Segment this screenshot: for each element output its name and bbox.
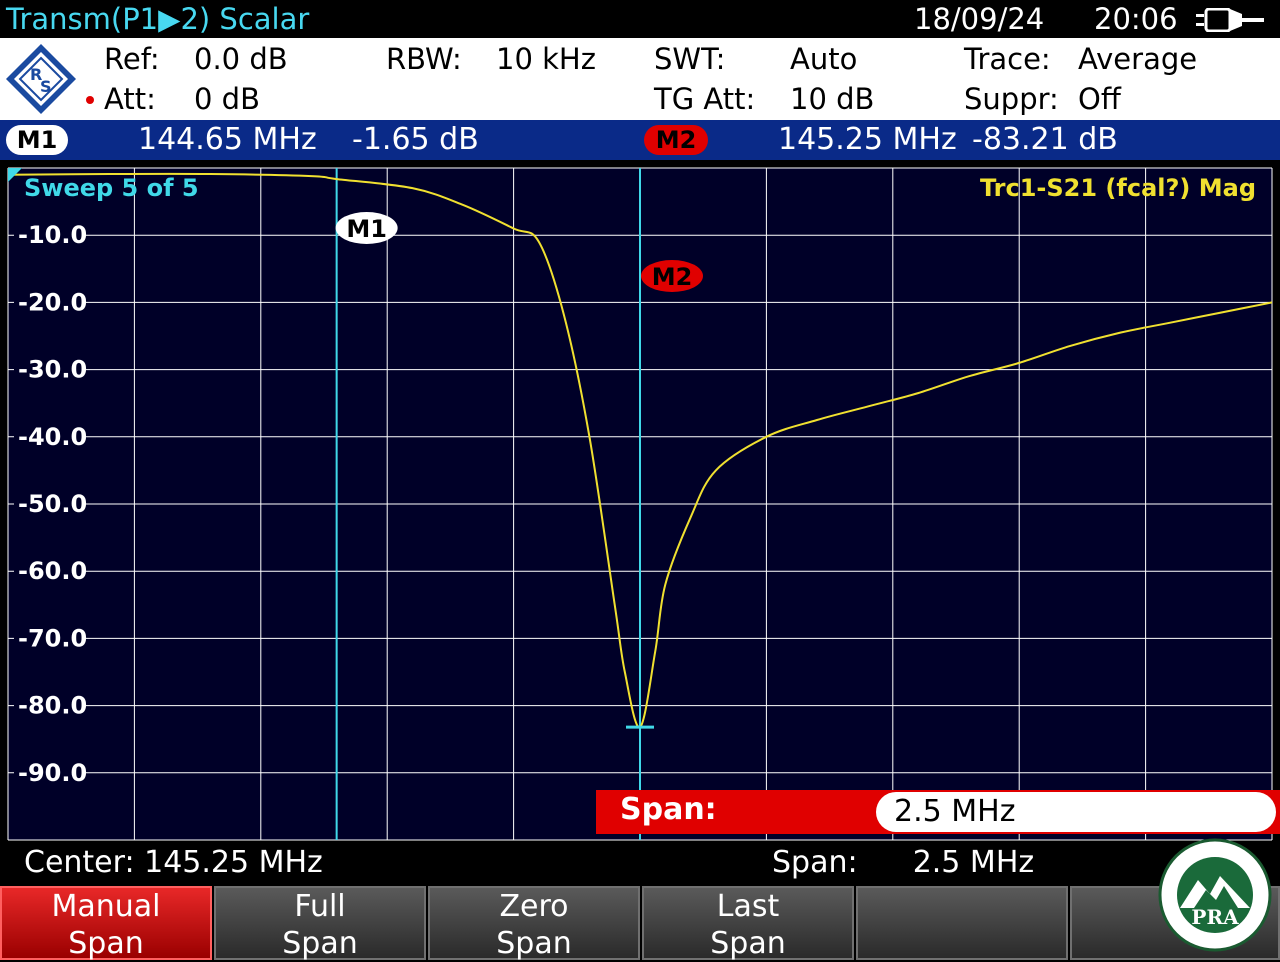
span-info: Span: 2.5 MHz (772, 845, 1034, 880)
svg-text:S: S (40, 77, 52, 96)
suppr-label: Suppr: (964, 82, 1059, 116)
att-label: Att: (104, 82, 156, 116)
marker-1-frequency: 144.65 MHz (138, 122, 317, 157)
rbw-value[interactable]: 10 kHz (496, 42, 596, 76)
mode-title: Transm(P1▶2) Scalar (6, 2, 310, 36)
marker-1-badge[interactable]: M1 (6, 125, 68, 155)
last-span-button[interactable]: Last Span (642, 886, 854, 961)
center-value: 145.25 MHz (144, 845, 323, 880)
battery-plug-icon (1196, 8, 1264, 32)
y-tick-label: -80.0 (18, 692, 87, 720)
marker-tag-label-m2: M2 (652, 263, 693, 291)
y-tick-label: -70.0 (18, 624, 87, 652)
trace-info: Trc1-S21 (fcal?) Mag (980, 174, 1256, 202)
ref-label: Ref: (104, 42, 160, 76)
tg-att-value[interactable]: 10 dB (790, 82, 874, 116)
marker-tag-label-m1: M1 (346, 215, 387, 243)
ref-value[interactable]: 0.0 dB (194, 42, 288, 76)
span-editor: Span: 2.5 MHz (596, 790, 1280, 834)
y-tick-label: -40.0 (18, 423, 87, 451)
swt-label: SWT: (654, 42, 726, 76)
full-span-button[interactable]: Full Span (214, 886, 426, 961)
time-display: 20:06 (1094, 2, 1178, 36)
pra-logo-text: PRA (1191, 905, 1239, 929)
y-tick-label: -50.0 (18, 490, 87, 518)
suppr-value[interactable]: Off (1078, 82, 1121, 116)
manual-span-button[interactable]: Manual Span (0, 886, 212, 961)
marker-readout-bar: M1 144.65 MHz -1.65 dB M2 145.25 MHz -83… (0, 120, 1280, 160)
span-input[interactable]: 2.5 MHz (876, 792, 1276, 832)
zero-span-button[interactable]: Zero Span (428, 886, 640, 961)
att-indicator-dot (86, 96, 94, 104)
y-tick-label: -20.0 (18, 288, 87, 316)
marker-1-level: -1.65 dB (352, 122, 479, 157)
att-value[interactable]: 0 dB (194, 82, 260, 116)
span-editor-label: Span: (620, 792, 717, 827)
y-tick-label: -60.0 (18, 557, 87, 585)
parameter-panel: R S Ref: 0.0 dB Att: 0 dB RBW: 10 kHz SW… (0, 38, 1280, 120)
trace-plot[interactable]: -10.0 -20.0 -30.0 -40.0 -50.0 -60.0 -70.0 -80.0… (0, 160, 1280, 850)
y-tick-label: -10.0 (18, 221, 87, 249)
span-label: Span: (772, 845, 858, 880)
title-bar: Transm(P1▶2) Scalar 18/09/24 20:06 (0, 0, 1280, 38)
pra-logo: PRA (1158, 838, 1272, 952)
swt-value[interactable]: Auto (790, 42, 857, 76)
trace-value[interactable]: Average (1078, 42, 1197, 76)
rohde-schwarz-logo: R S (6, 44, 76, 114)
tg-att-label: TG Att: (654, 82, 756, 116)
center-frequency: Center: 145.25 MHz (24, 845, 323, 880)
trace-label: Trace: (964, 42, 1051, 76)
y-tick-label: -30.0 (18, 356, 87, 384)
date-display: 18/09/24 (914, 2, 1045, 36)
y-axis-ticks: -10.0 -20.0 -30.0 -40.0 -50.0 -60.0 -70.0 -80.0… (14, 217, 87, 787)
sweep-status: Sweep 5 of 5 (24, 174, 199, 202)
softkey-bar: Manual Span Full Span Zero Span Last Span (0, 886, 1280, 961)
marker-2-badge[interactable]: M2 (644, 125, 708, 155)
marker-2-frequency: 145.25 MHz (778, 122, 957, 157)
center-label: Center: (24, 845, 135, 880)
softkey-5-button[interactable] (856, 886, 1068, 960)
rbw-label: RBW: (386, 42, 462, 76)
span-value: 2.5 MHz (912, 845, 1035, 880)
marker-2-level: -83.21 dB (972, 122, 1118, 157)
y-tick-label: -90.0 (18, 759, 87, 787)
